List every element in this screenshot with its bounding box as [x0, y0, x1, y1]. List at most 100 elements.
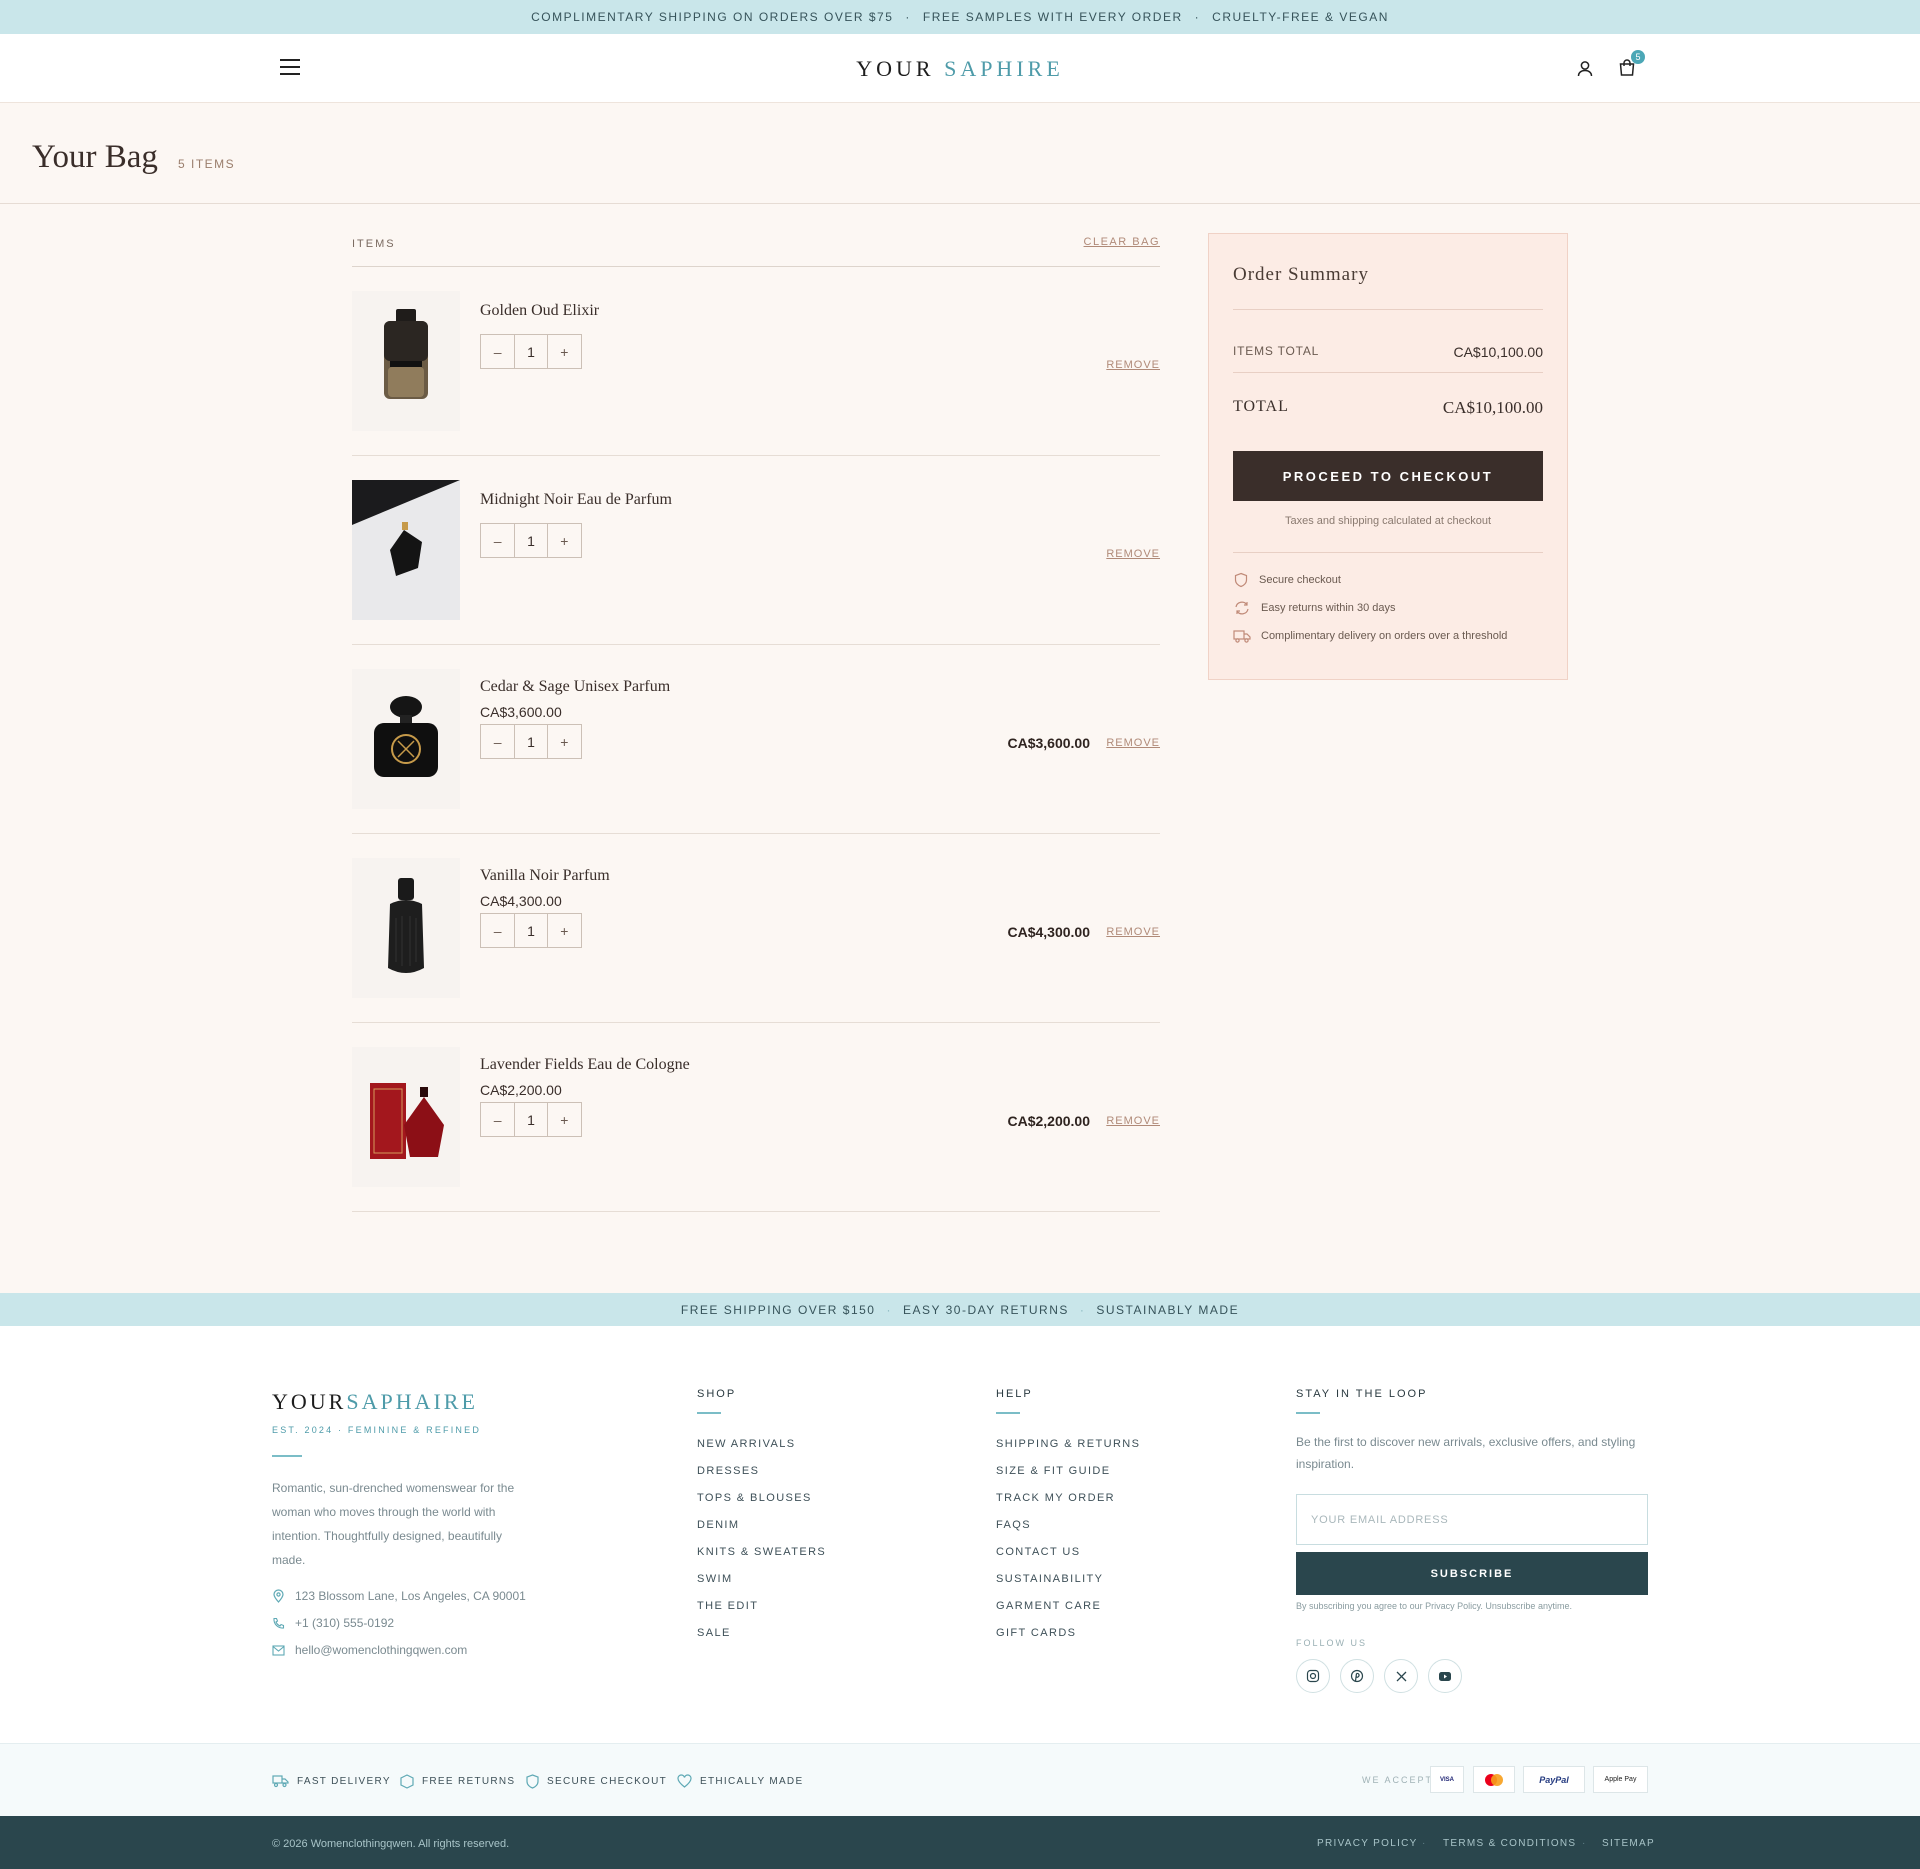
email-contact[interactable]: hello@womenclothingqwen.com [272, 1643, 467, 1657]
trust-label: SECURE CHECKOUT [547, 1776, 668, 1787]
footer-link-garment-care[interactable]: GARMENT CARE [996, 1600, 1101, 1612]
paypal-icon: PayPal [1523, 1766, 1585, 1793]
footer-link-knits[interactable]: KNITS & SWEATERS [697, 1546, 826, 1558]
total-row: TOTAL CA$10,100.00 [1233, 398, 1543, 418]
trust-label: FAST DELIVERY [297, 1775, 391, 1787]
cart-item: Lavender Fields Eau de Cologne CA$2,200.… [352, 1023, 1160, 1212]
shop-heading: SHOP [697, 1388, 737, 1400]
x-icon[interactable] [1384, 1659, 1418, 1693]
quantity-decrease-button[interactable]: – [481, 914, 514, 947]
accent-line [996, 1412, 1020, 1414]
announcement-text-2: FREE SAMPLES WITH EVERY ORDER [922, 10, 1183, 24]
announcement-bar: COMPLIMENTARY SHIPPING ON ORDERS OVER $7… [0, 0, 1920, 34]
footer-link-faqs[interactable]: FAQS [996, 1519, 1031, 1531]
footer-link-gift-cards[interactable]: GIFT CARDS [996, 1627, 1076, 1639]
youtube-icon[interactable] [1428, 1659, 1462, 1693]
product-name[interactable]: Midnight Noir Eau de Parfum [480, 491, 672, 509]
quantity-increase-button[interactable]: + [548, 725, 581, 758]
subscribe-note: By subscribing you agree to our Privacy … [1296, 1601, 1572, 1611]
remove-button[interactable]: REMOVE [1106, 548, 1160, 560]
quantity-value[interactable]: 1 [514, 335, 548, 368]
quantity-decrease-button[interactable]: – [481, 725, 514, 758]
location-pin-icon [273, 1589, 284, 1603]
quantity-increase-button[interactable]: + [548, 335, 581, 368]
footer-link-size-guide[interactable]: SIZE & FIT GUIDE [996, 1465, 1111, 1477]
quantity-increase-button[interactable]: + [548, 914, 581, 947]
footer-link-the-edit[interactable]: THE EDIT [697, 1600, 758, 1612]
footer-link-shipping[interactable]: SHIPPING & RETURNS [996, 1438, 1140, 1450]
terms-link[interactable]: TERMS & CONDITIONS [1443, 1838, 1576, 1849]
site-header: YOUR SAPHIRE 5 [0, 34, 1920, 103]
quantity-decrease-button[interactable]: – [481, 524, 514, 557]
footer-tagline: EST. 2024 · FEMININE & REFINED [272, 1425, 482, 1435]
remove-button[interactable]: REMOVE [1106, 1115, 1160, 1127]
product-name[interactable]: Lavender Fields Eau de Cologne [480, 1056, 690, 1074]
cart-item: Midnight Noir Eau de Parfum – 1 + REMOVE [352, 456, 1160, 645]
heart-icon [677, 1774, 692, 1788]
footer-link-new-arrivals[interactable]: NEW ARRIVALS [697, 1438, 796, 1450]
quantity-decrease-button[interactable]: – [481, 335, 514, 368]
checkout-button[interactable]: PROCEED TO CHECKOUT [1233, 451, 1543, 501]
trust-delivery: Complimentary delivery on orders over a … [1233, 628, 1507, 644]
phone[interactable]: +1 (310) 555-0192 [272, 1616, 394, 1630]
product-price: CA$2,200.00 [480, 1082, 562, 1098]
newsletter-email-input[interactable] [1296, 1494, 1648, 1545]
product-image[interactable] [352, 1047, 460, 1187]
quantity-value[interactable]: 1 [514, 524, 548, 557]
pinterest-icon[interactable] [1340, 1659, 1374, 1693]
remove-button[interactable]: REMOVE [1106, 737, 1160, 749]
cart-item: Cedar & Sage Unisex Parfum CA$3,600.00 –… [352, 645, 1160, 834]
trust-returns: Easy returns within 30 days [1233, 600, 1396, 616]
product-image[interactable] [352, 291, 460, 431]
visa-text: VISA [1439, 1776, 1454, 1783]
shield-icon [526, 1774, 539, 1789]
footer-link-contact[interactable]: CONTACT US [996, 1546, 1081, 1558]
accent-line [697, 1412, 721, 1414]
product-name[interactable]: Vanilla Noir Parfum [480, 867, 610, 885]
order-summary: Order Summary ITEMS TOTAL CA$10,100.00 T… [1208, 233, 1568, 680]
footer-link-dresses[interactable]: DRESSES [697, 1465, 759, 1477]
user-icon[interactable] [1574, 58, 1596, 80]
visa-icon: VISA [1430, 1766, 1464, 1793]
quantity-decrease-button[interactable]: – [481, 1103, 514, 1136]
address: 123 Blossom Lane, Los Angeles, CA 90001 [272, 1589, 526, 1603]
sitemap-link[interactable]: SITEMAP [1602, 1838, 1655, 1849]
footer-link-denim[interactable]: DENIM [697, 1519, 739, 1531]
quantity-value[interactable]: 1 [514, 1103, 548, 1136]
footer-link-sustainability[interactable]: SUSTAINABILITY [996, 1573, 1103, 1585]
footer-link-tops[interactable]: TOPS & BLOUSES [697, 1492, 812, 1504]
apple-pay-icon: Apple Pay [1593, 1766, 1648, 1793]
cart-count-badge: 5 [1631, 50, 1645, 64]
remove-button[interactable]: REMOVE [1106, 926, 1160, 938]
quantity-increase-button[interactable]: + [548, 1103, 581, 1136]
product-name[interactable]: Cedar & Sage Unisex Parfum [480, 678, 670, 696]
quantity-value[interactable]: 1 [514, 725, 548, 758]
footer-link-sale[interactable]: SALE [697, 1627, 731, 1639]
truck-icon [272, 1775, 289, 1788]
trust-secure-checkout: SECURE CHECKOUT [526, 1774, 667, 1789]
clear-bag-button[interactable]: CLEAR BAG [1084, 236, 1160, 248]
instagram-icon[interactable] [1296, 1659, 1330, 1693]
footer-link-track-order[interactable]: TRACK MY ORDER [996, 1492, 1115, 1504]
product-image[interactable] [352, 858, 460, 998]
line-total: CA$2,200.00 [1007, 1113, 1090, 1129]
remove-button[interactable]: REMOVE [1106, 359, 1160, 371]
subscribe-button[interactable]: SUBSCRIBE [1296, 1552, 1648, 1595]
total-label: TOTAL [1233, 398, 1289, 415]
trust-text: Complimentary delivery on orders over a … [1261, 630, 1508, 642]
product-image[interactable] [352, 480, 460, 620]
items-total-value: CA$10,100.00 [1453, 344, 1543, 360]
separator-dot: · [1422, 1838, 1426, 1849]
bag-icon[interactable]: 5 [1617, 50, 1645, 80]
product-price: CA$3,600.00 [480, 704, 562, 720]
privacy-policy-link[interactable]: PRIVACY POLICY [1317, 1838, 1418, 1849]
product-name[interactable]: Golden Oud Elixir [480, 302, 599, 320]
quantity-stepper: – 1 + [480, 724, 582, 759]
address-text: 123 Blossom Lane, Los Angeles, CA 90001 [295, 1589, 526, 1603]
footer-logo[interactable]: YOURSAPHAIRE [272, 1389, 478, 1415]
quantity-value[interactable]: 1 [514, 914, 548, 947]
product-price: CA$4,300.00 [480, 893, 562, 909]
product-image[interactable] [352, 669, 460, 809]
footer-link-swim[interactable]: SWIM [697, 1573, 733, 1585]
quantity-increase-button[interactable]: + [548, 524, 581, 557]
